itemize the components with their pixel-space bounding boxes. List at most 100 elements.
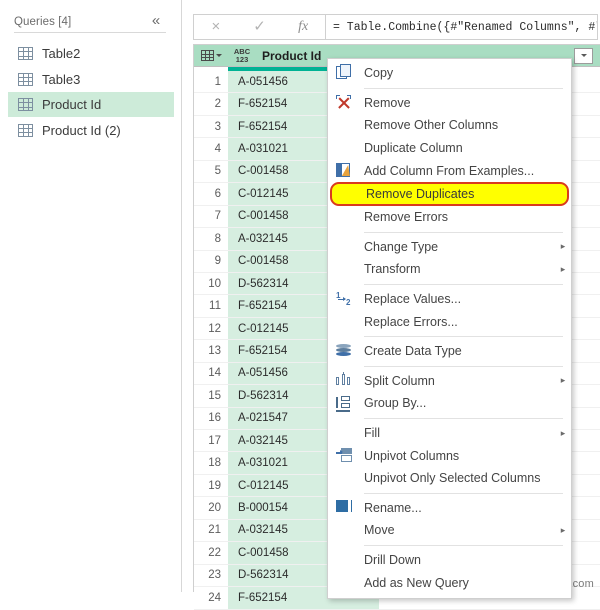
row-number: 7 (194, 210, 228, 223)
row-number: 13 (194, 344, 228, 357)
menu-item-create-data-type[interactable]: Create Data Type (328, 340, 571, 363)
menu-item-remove-duplicates[interactable]: Remove Duplicates (330, 181, 569, 206)
split-column-icon (328, 370, 364, 392)
row-number: 2 (194, 98, 228, 111)
menu-separator (364, 417, 563, 419)
row-number: 17 (194, 434, 228, 447)
menu-item-label: Add as New Query (364, 575, 469, 590)
submenu-arrow-icon: ▸ (560, 375, 566, 386)
menu-item-label: Fill (364, 426, 380, 441)
menu-item-icon-slot (328, 311, 364, 333)
column-type-indicator[interactable]: ABC 123 (230, 48, 254, 63)
row-number: 12 (194, 322, 228, 335)
sidebar-item-table2[interactable]: Table2 (8, 41, 174, 66)
menu-item-label: Remove (364, 95, 411, 110)
sidebar-item-label: Table2 (42, 46, 81, 61)
rename-icon (328, 497, 364, 519)
menu-item-rename[interactable]: Rename... (328, 497, 571, 520)
table-icon (18, 123, 33, 137)
row-number: 24 (194, 591, 228, 604)
menu-item-fill[interactable]: Fill ▸ (328, 422, 571, 445)
chevron-down-icon (580, 54, 587, 57)
menu-separator (364, 335, 563, 337)
menu-item-add-as-new-query[interactable]: Add as New Query (328, 571, 571, 594)
menu-item-label: Add Column From Examples... (364, 163, 535, 178)
confirm-formula-icon[interactable]: ✓ (238, 15, 282, 39)
menu-item-group-by[interactable]: Group By... (328, 392, 571, 415)
menu-item-label: Replace Errors... (364, 314, 458, 329)
queries-sidebar: Queries [4] « Table2 Table3 Product Id Prod… (0, 0, 182, 592)
row-number: 1 (194, 75, 228, 88)
submenu-arrow-icon: ▸ (560, 524, 566, 535)
menu-item-split-column[interactable]: Split Column ▸ (328, 370, 571, 393)
menu-item-move[interactable]: Move ▸ (328, 519, 571, 542)
menu-item-icon-slot (328, 258, 364, 280)
sidebar-item-label: Table3 (42, 71, 81, 87)
menu-item-label: Replace Values... (364, 292, 462, 307)
menu-item-label: Remove Other Columns (364, 118, 499, 133)
row-number: 3 (194, 120, 228, 133)
create-data-type-icon (328, 340, 364, 362)
menu-item-label: Drill Down (364, 552, 421, 567)
menu-item-copy[interactable]: Copy (328, 62, 571, 85)
table-select-icon[interactable] (194, 45, 228, 66)
menu-item-add-column-from-examples[interactable]: Add Column From Examples... (328, 159, 571, 182)
copy-icon (328, 62, 364, 84)
menu-item-icon-slot (328, 114, 364, 136)
queries-title: Queries [4] (14, 16, 72, 28)
table-icon (18, 98, 33, 111)
row-number: 5 (194, 165, 228, 178)
menu-item-label: Remove Duplicates (366, 186, 475, 201)
menu-item-label: Move (364, 523, 395, 538)
menu-item-remove-other-columns[interactable]: Remove Other Columns (328, 114, 571, 137)
menu-item-remove-errors[interactable]: Remove Errors (328, 206, 571, 229)
menu-item-unpivot-columns[interactable]: Unpivot Columns (328, 444, 571, 467)
row-number: 21 (194, 524, 228, 537)
menu-item-icon-slot (328, 422, 364, 444)
row-number: 15 (194, 389, 228, 402)
sidebar-item-product-id[interactable]: Product Id (8, 92, 174, 117)
menu-item-replace-values[interactable]: 1 2 Replace Values... (328, 288, 571, 311)
menu-item-label: Unpivot Only Selected Columns (364, 471, 541, 486)
menu-item-replace-errors[interactable]: Replace Errors... (328, 310, 571, 333)
insert-function-icon[interactable]: fx (281, 15, 325, 39)
replace-values-icon: 12 (336, 290, 351, 307)
row-number: 18 (194, 457, 228, 470)
menu-item-label: Duplicate Column (364, 141, 463, 156)
sidebar-item-product-id-2[interactable]: Product Id (2) (8, 118, 174, 143)
menu-item-icon-slot (328, 572, 364, 594)
double-chevron-left-icon[interactable]: « (147, 12, 165, 30)
table-icon (18, 72, 33, 86)
menu-item-icon-slot (328, 137, 364, 159)
row-number: 9 (194, 255, 228, 268)
menu-item-unpivot-only-selected-columns[interactable]: Unpivot Only Selected Columns (328, 467, 571, 490)
row-number: 22 (194, 546, 228, 559)
menu-item-icon-slot (328, 467, 364, 489)
menu-item-transform[interactable]: Transform ▸ (328, 258, 571, 281)
menu-item-label: Group By... (364, 396, 427, 411)
row-number: 4 (194, 143, 228, 156)
menu-item-label: Create Data Type (364, 344, 462, 359)
cancel-formula-icon[interactable]: × (194, 15, 238, 39)
menu-item-label: Remove Errors (364, 210, 449, 225)
sidebar-item-table3[interactable]: Table3 (8, 67, 174, 92)
menu-item-icon-slot (328, 236, 364, 258)
row-number: 6 (194, 187, 228, 200)
menu-item-duplicate-column[interactable]: Duplicate Column (328, 137, 571, 160)
menu-item-change-type[interactable]: Change Type ▸ (328, 236, 571, 259)
menu-item-icon-slot (328, 549, 364, 571)
formula-bar: × ✓ fx = Table.Combine({#"Renamed Column… (193, 14, 598, 40)
formula-input[interactable]: = Table.Combine({#"Renamed Columns", #"P… (326, 14, 598, 40)
row-number: 19 (194, 479, 228, 492)
sidebar-item-label: Product Id (42, 97, 102, 112)
menu-item-label: Rename... (364, 500, 422, 515)
table-icon (18, 47, 33, 60)
column-filter-button[interactable] (574, 47, 593, 64)
queries-header: Queries [4] « (14, 12, 169, 34)
menu-item-label: Unpivot Columns (364, 448, 460, 463)
menu-item-remove[interactable]: Remove (328, 92, 571, 115)
row-number: 20 (194, 502, 228, 515)
remove-column-icon (328, 92, 364, 114)
menu-item-drill-down[interactable]: Drill Down (328, 549, 571, 572)
menu-separator (364, 231, 563, 233)
